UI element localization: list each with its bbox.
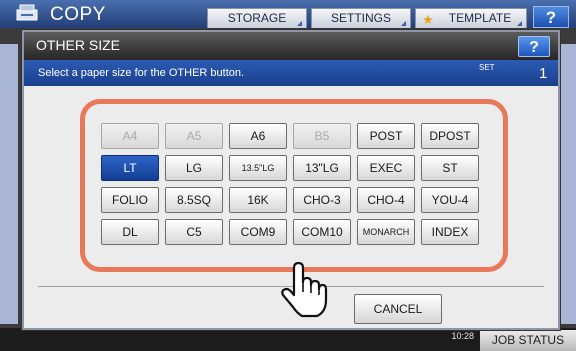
- size-button-com10[interactable]: COM10: [293, 219, 351, 245]
- cancel-button[interactable]: CANCEL: [354, 294, 442, 324]
- screen: COPY STORAGE SETTINGS ★ TEMPLATE ? 10:28…: [0, 0, 576, 351]
- clock-time: 10:28: [451, 331, 474, 341]
- copy-machine-icon: [16, 4, 38, 21]
- set-count: 1: [539, 65, 548, 82]
- size-button-lg[interactable]: LG: [165, 155, 223, 181]
- tab-storage[interactable]: STORAGE: [207, 8, 307, 28]
- tab-settings[interactable]: SETTINGS: [311, 8, 411, 28]
- set-label: SET: [479, 63, 495, 72]
- size-button-monarch[interactable]: MONARCH: [357, 219, 415, 245]
- dialog-header: OTHER SIZE ?: [24, 32, 558, 60]
- dialog-message: Select a paper size for the OTHER button…: [38, 67, 245, 79]
- background-panel-left: [0, 44, 18, 324]
- size-button-b5: B5: [293, 123, 351, 149]
- size-button-cho-3[interactable]: CHO-3: [293, 187, 351, 213]
- dialog-title: OTHER SIZE: [36, 37, 121, 53]
- tab-corner-mark: [517, 21, 522, 26]
- hand-pointer-icon: [281, 262, 328, 318]
- size-button-dl[interactable]: DL: [101, 219, 159, 245]
- tab-template-label: TEMPLATE: [448, 11, 512, 25]
- size-button-a4: A4: [101, 123, 159, 149]
- tab-storage-label: STORAGE: [227, 11, 287, 25]
- tab-corner-mark: [401, 21, 406, 26]
- background-panel-right: [560, 44, 576, 324]
- paper-size-grid: A4 A5 A6 B5 POST DPOST LT LG 13.5"LG 13"LG EXEC ST F…: [80, 99, 508, 272]
- size-button-st[interactable]: ST: [421, 155, 479, 181]
- tab-template[interactable]: ★ TEMPLATE: [415, 8, 527, 28]
- tab-settings-label: SETTINGS: [330, 11, 391, 25]
- star-icon: ★: [422, 12, 434, 27]
- size-button-index[interactable]: INDEX: [421, 219, 479, 245]
- app-header: COPY STORAGE SETTINGS ★ TEMPLATE ?: [0, 0, 576, 28]
- dialog-help-button[interactable]: ?: [518, 36, 550, 57]
- size-button-a5: A5: [165, 123, 223, 149]
- help-button[interactable]: ?: [533, 6, 569, 28]
- size-button-com9[interactable]: COM9: [229, 219, 287, 245]
- size-button-lt[interactable]: LT: [101, 155, 159, 181]
- size-button-13-5-lg[interactable]: 13.5"LG: [229, 155, 287, 181]
- size-button-8-5sq[interactable]: 8.5SQ: [165, 187, 223, 213]
- tab-corner-mark: [297, 21, 302, 26]
- size-button-folio[interactable]: FOLIO: [101, 187, 159, 213]
- size-button-you-4[interactable]: YOU-4: [421, 187, 479, 213]
- size-button-dpost[interactable]: DPOST: [421, 123, 479, 149]
- size-button-cho-4[interactable]: CHO-4: [357, 187, 415, 213]
- size-button-exec[interactable]: EXEC: [357, 155, 415, 181]
- app-title: COPY: [50, 4, 106, 25]
- size-button-13-lg[interactable]: 13"LG: [293, 155, 351, 181]
- dialog-info-bar: Select a paper size for the OTHER button…: [24, 60, 558, 86]
- size-button-post[interactable]: POST: [357, 123, 415, 149]
- job-status-button[interactable]: JOB STATUS: [480, 330, 576, 351]
- size-button-c5[interactable]: C5: [165, 219, 223, 245]
- size-button-16k[interactable]: 16K: [229, 187, 287, 213]
- size-button-a6[interactable]: A6: [229, 123, 287, 149]
